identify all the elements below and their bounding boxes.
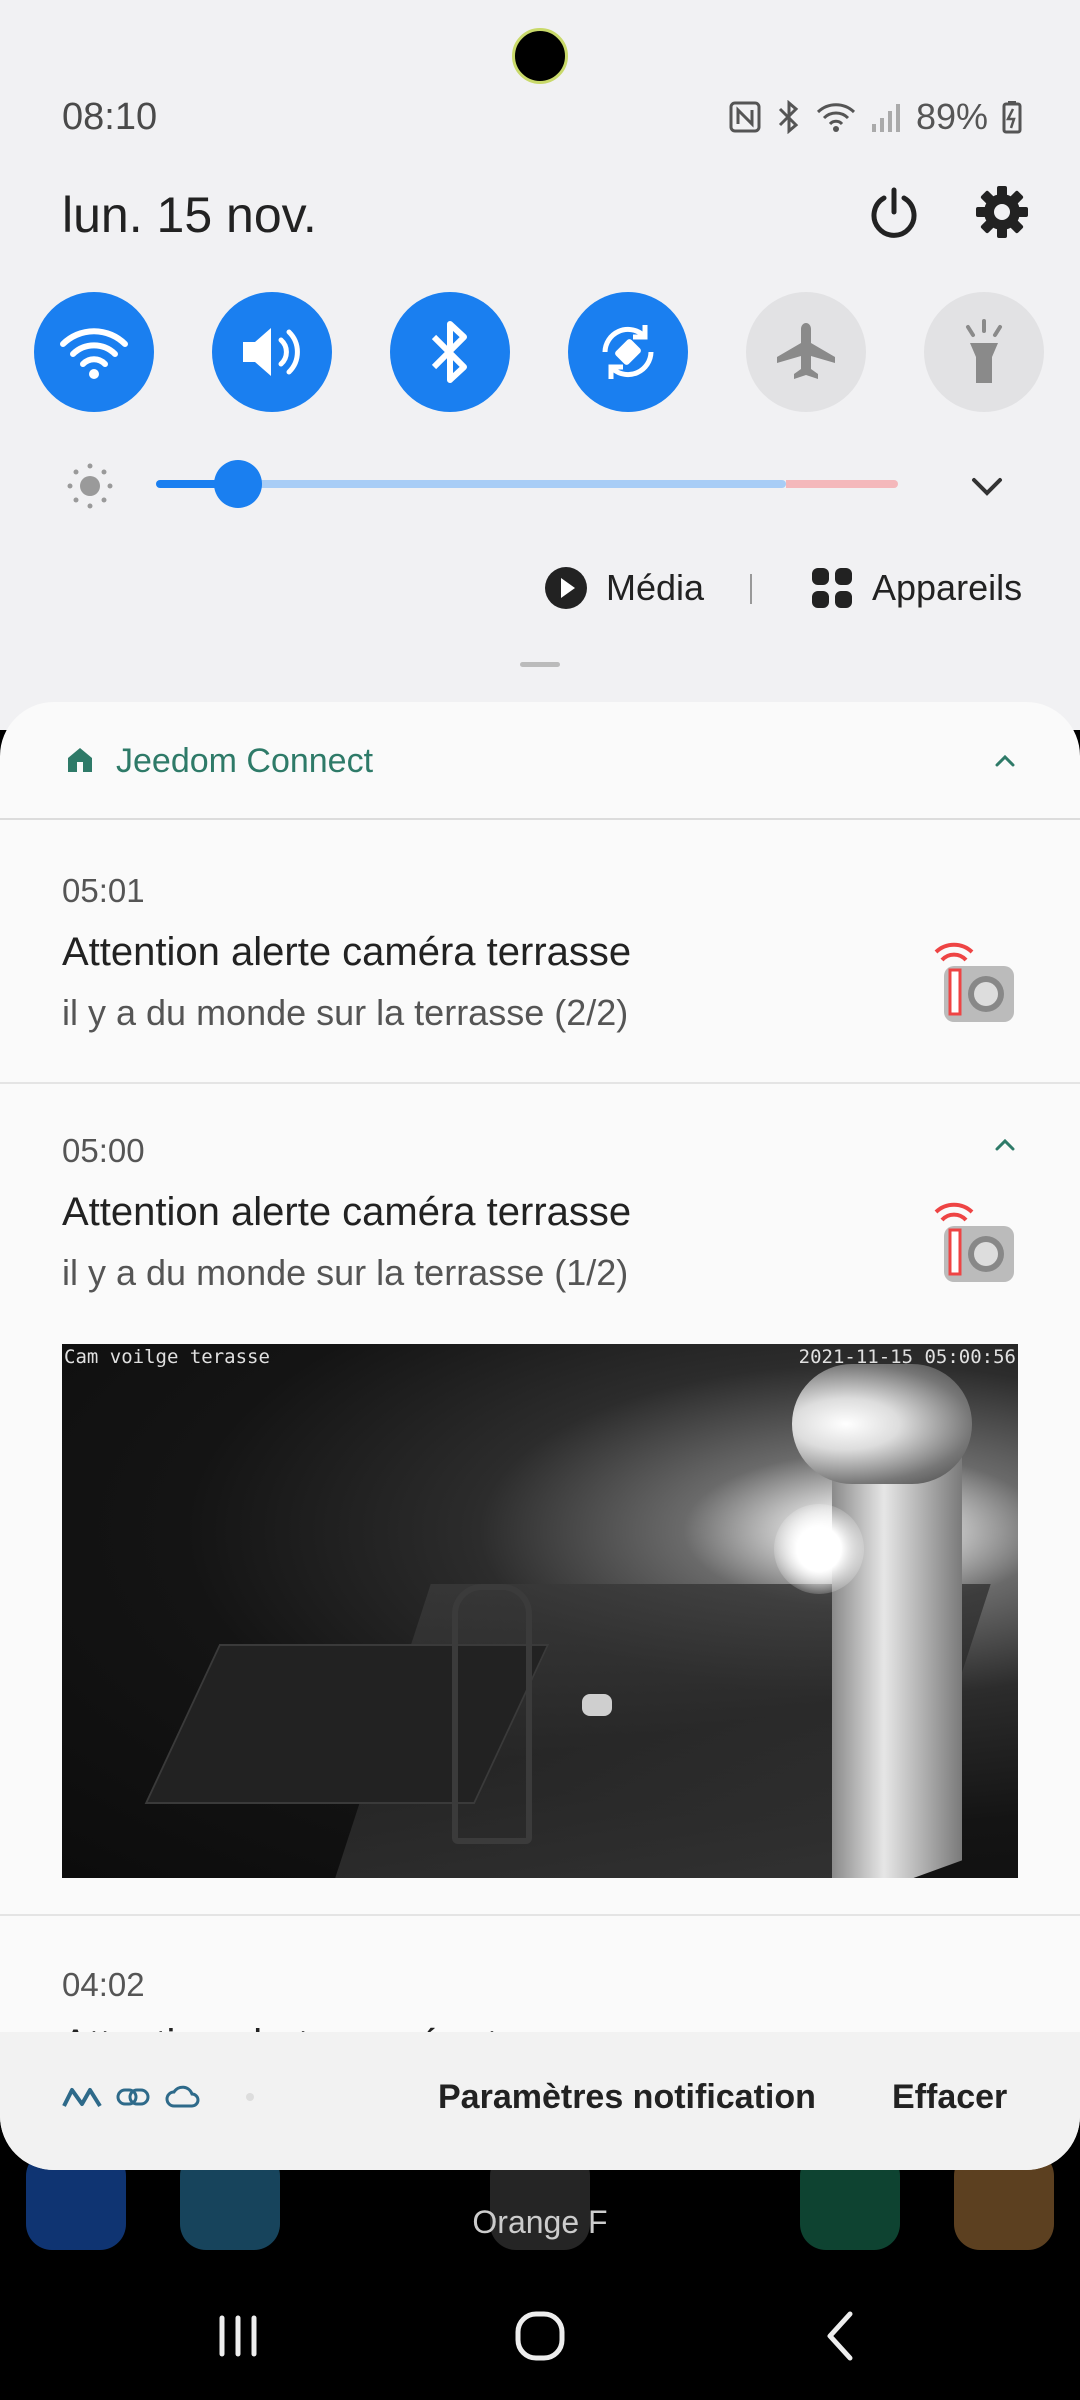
camera-name-overlay: Cam voilge terasse xyxy=(64,1346,270,1368)
cam-cat xyxy=(582,1694,612,1716)
notification-settings-button[interactable]: Paramètres notification xyxy=(438,2078,816,2117)
cam-light-glow xyxy=(774,1504,864,1594)
cloud-icon xyxy=(165,2085,200,2108)
brightness-slider-track[interactable] xyxy=(237,480,786,488)
cam-chair xyxy=(452,1584,532,1844)
house-icon xyxy=(68,748,92,772)
notification-title: Attention alerte caméra terrasse xyxy=(62,930,632,974)
notification-body: il y a du monde sur la terrasse (1/2) xyxy=(62,1252,629,1293)
footer-app-icons xyxy=(62,2084,254,2110)
notification-item[interactable]: 04:02 xyxy=(0,1916,1080,2036)
brightness-slider-high-zone xyxy=(786,480,898,488)
cam-wall xyxy=(832,1430,962,1878)
clear-button[interactable]: Effacer xyxy=(892,2078,1007,2117)
notification-time: 05:00 xyxy=(62,1132,145,1169)
notification-card: Jeedom Connect 05:01 Attention alerte ca… xyxy=(0,702,1080,2170)
cam-lamp xyxy=(792,1364,972,1484)
status-icons: 89% xyxy=(728,96,1022,138)
divider xyxy=(750,574,752,604)
battery-charging-icon xyxy=(1002,100,1022,134)
notification-time: 05:01 xyxy=(62,872,145,909)
wifi-status-icon xyxy=(816,100,856,134)
front-camera-cutout xyxy=(512,28,568,84)
media-button[interactable]: Média xyxy=(544,566,704,610)
power-icon xyxy=(871,187,917,238)
airplane-mode-toggle[interactable] xyxy=(746,292,866,412)
airplane-icon xyxy=(777,323,835,379)
app-name: Jeedom Connect xyxy=(116,742,374,780)
chevron-up-icon[interactable] xyxy=(990,746,1020,776)
home-icon[interactable] xyxy=(510,2306,570,2366)
brightness-slider-thumb[interactable] xyxy=(213,460,262,508)
bluetooth-toggle[interactable] xyxy=(390,292,510,412)
power-button[interactable] xyxy=(866,184,922,240)
back-icon[interactable] xyxy=(812,2306,872,2366)
auto-rotate-toggle[interactable] xyxy=(568,292,688,412)
devices-button[interactable]: Appareils xyxy=(810,566,1022,610)
notification-body: il y a du monde sur la terrasse (2/2) xyxy=(62,992,629,1033)
panel-drag-handle[interactable] xyxy=(520,662,560,667)
signal-icon xyxy=(870,100,902,134)
play-circle-icon xyxy=(545,567,587,609)
gear-icon xyxy=(976,186,1028,238)
media-label: Média xyxy=(606,567,705,608)
motion-sensor-icon xyxy=(934,942,1014,1022)
devices-grid-icon xyxy=(812,568,852,608)
link-icon xyxy=(116,2088,150,2106)
rotate-icon xyxy=(602,325,654,379)
chevron-down-icon xyxy=(972,478,1002,496)
notification-footer: Paramètres notification Effacer xyxy=(0,2032,1080,2170)
expand-panel-button[interactable] xyxy=(962,462,1012,512)
flashlight-icon xyxy=(966,319,1002,383)
date-label: lun. 15 nov. xyxy=(62,187,317,243)
sound-toggle[interactable] xyxy=(212,292,332,412)
battery-level: 89% xyxy=(915,96,988,137)
brightness-icon xyxy=(66,462,114,510)
motion-sensor-icon xyxy=(934,1202,1014,1282)
speaker-icon xyxy=(243,328,300,376)
devices-label: Appareils xyxy=(872,567,1023,608)
camera-snapshot-image[interactable]: Cam voilge terasse 2021-11-15 05:00:56 xyxy=(62,1344,1018,1878)
flashlight-toggle[interactable] xyxy=(924,292,1044,412)
m-logo-icon xyxy=(62,2088,102,2108)
more-indicator-dot xyxy=(246,2093,254,2101)
wifi-toggle[interactable] xyxy=(34,292,154,412)
chevron-up-icon[interactable] xyxy=(990,1130,1020,1160)
notification-group-header[interactable]: Jeedom Connect xyxy=(0,702,1080,820)
camera-timestamp-overlay: 2021-11-15 05:00:56 xyxy=(798,1346,1016,1368)
notification-item[interactable]: 05:01 Attention alerte caméra terrasse i… xyxy=(0,820,1080,1082)
status-time: 08:10 xyxy=(62,96,158,138)
bluetooth-status-icon xyxy=(776,100,802,134)
notification-title: Attention alerte caméra terrasse xyxy=(62,1190,632,1234)
notification-time: 04:02 xyxy=(62,1966,145,2003)
wifi-icon xyxy=(60,328,128,379)
settings-button[interactable] xyxy=(974,184,1030,240)
recent-apps-icon[interactable] xyxy=(208,2306,268,2366)
nfc-icon xyxy=(728,100,762,134)
bluetooth-icon xyxy=(431,321,467,383)
carrier-label: Orange F xyxy=(472,2204,608,2240)
